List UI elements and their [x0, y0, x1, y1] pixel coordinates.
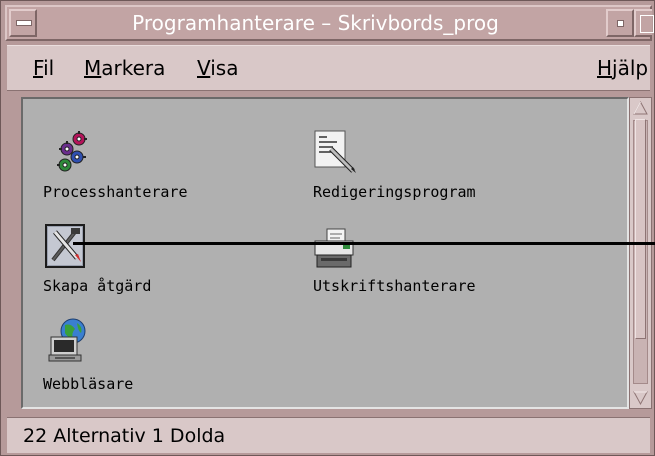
menu-fil-mnemonic: F [33, 56, 44, 80]
callout-line [73, 242, 655, 245]
status-text: 22 Alternativ 1 Dolda [23, 425, 226, 447]
scroll-trough[interactable] [633, 119, 648, 384]
menu-markera[interactable]: Markera [84, 56, 165, 80]
window-menu-button[interactable] [9, 9, 37, 37]
icon-label-processhanterare[interactable]: Processhanterare [43, 183, 188, 201]
icon-label-skapa-atgard[interactable]: Skapa åtgärd [43, 277, 151, 295]
menu-hjalp-mnemonic: H [597, 56, 613, 80]
maximize-icon [640, 15, 654, 33]
maximize-button[interactable] [634, 9, 654, 37]
window-menu-icon [16, 20, 32, 26]
application-window: Programhanterare – Skrivbords_prog Fil M… [0, 0, 655, 456]
menu-visa-rest: isa [210, 56, 239, 80]
minimize-icon [617, 20, 624, 27]
menu-hjalp[interactable]: Hjälp [597, 56, 648, 80]
icon-label-utskriftshanterare[interactable]: Utskriftshanterare [313, 277, 476, 295]
menu-hjalp-rest: jälp [612, 56, 649, 80]
notepad-pencil-icon[interactable] [313, 129, 359, 175]
application-group-view[interactable]: Processhanterare Redigeringsprogram Skap… [21, 97, 629, 409]
title-bar[interactable]: Programhanterare – Skrivbords_prog [5, 5, 654, 41]
create-action-icon[interactable] [45, 224, 87, 270]
status-bar: 22 Alternativ 1 Dolda [7, 417, 650, 453]
icon-label-redigeringsprogram[interactable]: Redigeringsprogram [313, 183, 476, 201]
icon-label-webblasare[interactable]: Webbläsare [43, 375, 133, 393]
scroll-thumb[interactable] [635, 119, 646, 339]
scroll-down-icon[interactable] [632, 390, 649, 406]
globe-computer-icon[interactable] [47, 317, 91, 363]
gears-icon[interactable] [53, 129, 93, 173]
menu-bar: Fil Markera Visa Hjälp [7, 45, 650, 91]
menu-markera-mnemonic: M [84, 56, 102, 80]
menu-fil[interactable]: Fil [33, 56, 54, 80]
printer-icon[interactable] [313, 227, 357, 271]
menu-visa[interactable]: Visa [197, 56, 238, 80]
menu-fil-rest: il [43, 56, 55, 80]
minimize-button[interactable] [606, 9, 634, 37]
vertical-scrollbar[interactable] [629, 97, 652, 409]
menu-visa-mnemonic: V [197, 56, 211, 80]
menu-markera-rest: arkera [101, 56, 166, 80]
window-title: Programhanterare – Skrivbords_prog [132, 11, 499, 35]
scroll-up-icon[interactable] [632, 100, 649, 116]
